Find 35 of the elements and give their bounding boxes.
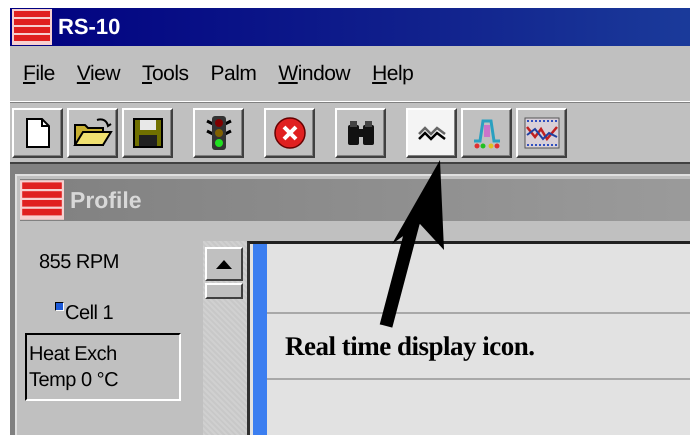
scrollbar[interactable] bbox=[203, 241, 247, 435]
menu-item[interactable]: View bbox=[68, 62, 129, 86]
rpm-reading: 855 RPM bbox=[39, 251, 120, 274]
toolbar-button[interactable] bbox=[461, 108, 512, 158]
wave-lines-icon bbox=[416, 124, 446, 142]
checkbox-label: Cell 1 bbox=[65, 302, 114, 325]
toolbar-button[interactable] bbox=[516, 108, 567, 158]
toolbar-button[interactable] bbox=[193, 108, 244, 158]
traffic-light-icon bbox=[204, 114, 232, 150]
line-graph-icon bbox=[522, 114, 560, 150]
readout-text: Temp 0 °C bbox=[29, 368, 120, 393]
up-triangle-icon bbox=[216, 260, 232, 268]
toolbar-button[interactable] bbox=[67, 108, 118, 158]
toolbar-button[interactable] bbox=[264, 108, 315, 158]
folder-icon bbox=[72, 116, 112, 148]
stripes-logo-icon bbox=[20, 180, 64, 220]
toolbar-button[interactable] bbox=[335, 108, 386, 158]
menu-item[interactable]: Tools bbox=[133, 62, 198, 86]
child-window-title: Profile bbox=[70, 186, 142, 214]
blank-page-icon bbox=[24, 116, 50, 148]
toolbar-button[interactable] bbox=[122, 108, 173, 158]
menu-item[interactable]: File bbox=[14, 62, 64, 86]
toolbar-button[interactable] bbox=[406, 108, 457, 158]
checkbox[interactable] bbox=[55, 302, 64, 311]
scroll-thumb[interactable] bbox=[205, 283, 243, 299]
close-icon bbox=[272, 116, 306, 150]
menu-item[interactable]: Window bbox=[269, 62, 360, 86]
window-title: RS-10 bbox=[58, 14, 120, 40]
menu-item[interactable]: Help bbox=[363, 62, 422, 86]
annotation-text: Real time display icon. bbox=[285, 330, 534, 362]
readout-text: Heat Exch bbox=[29, 342, 118, 367]
stripes-logo-icon bbox=[12, 9, 52, 45]
scroll-up-button[interactable] bbox=[205, 247, 243, 281]
menu-item[interactable]: Palm bbox=[202, 62, 266, 86]
toolbar-button[interactable] bbox=[12, 108, 63, 158]
